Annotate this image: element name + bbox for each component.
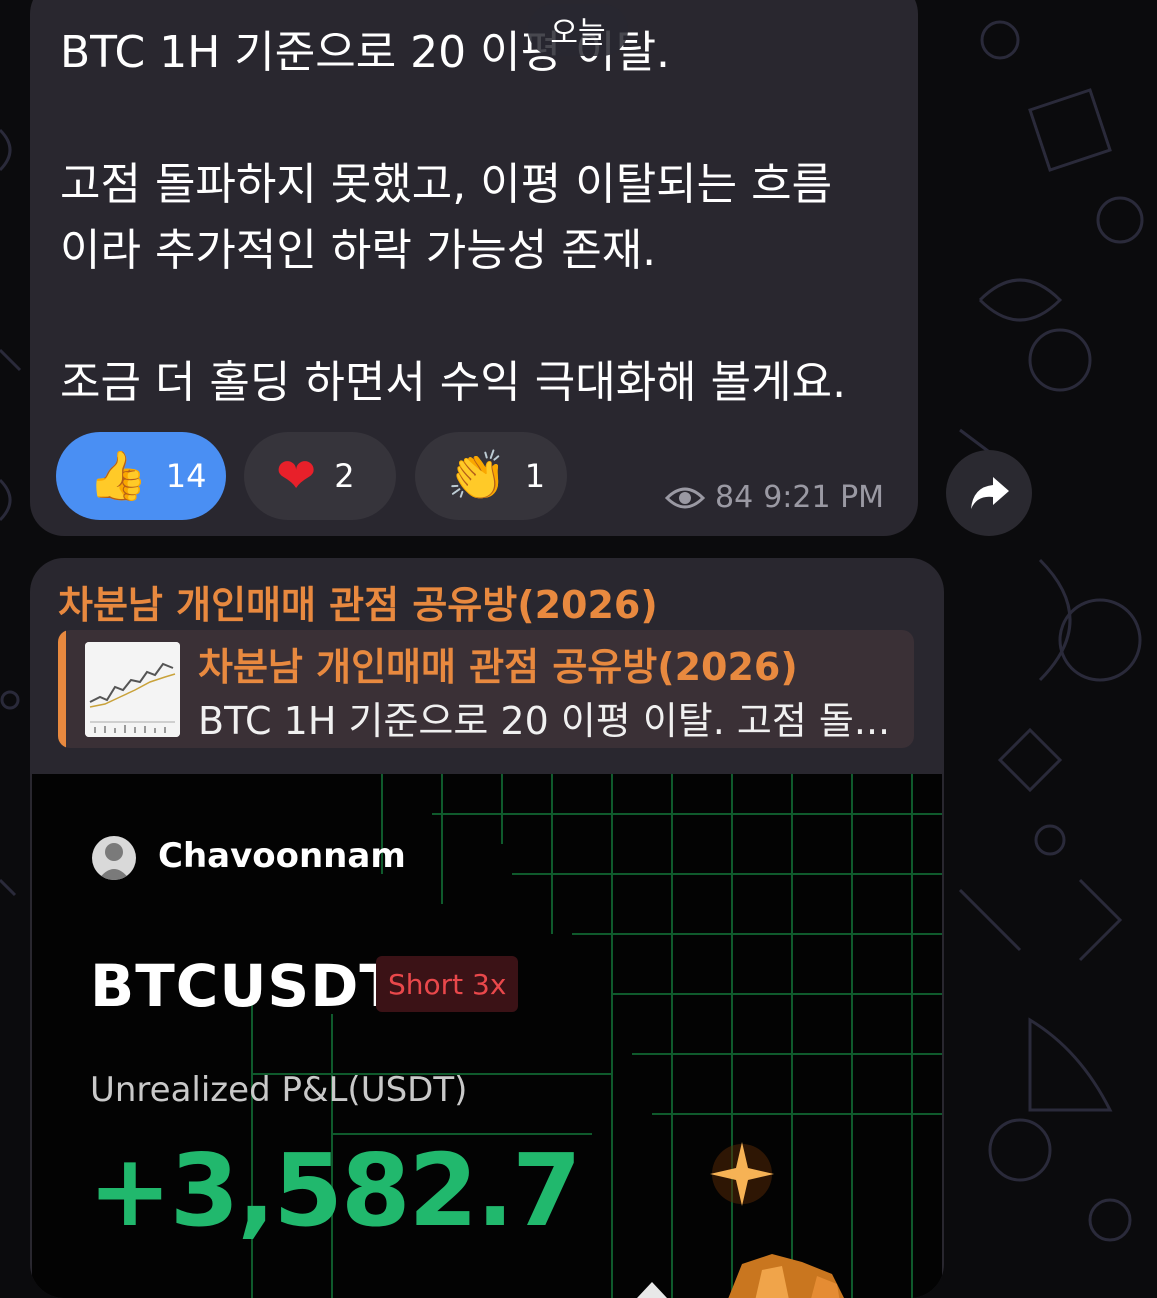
sparkle-icon: [710, 1142, 774, 1206]
pnl-value: +3,582.7: [88, 1132, 582, 1249]
avatar: [92, 836, 136, 880]
view-count: 84: [715, 480, 754, 515]
quote-accent-bar: [58, 630, 66, 748]
reaction-count: 2: [334, 457, 355, 495]
share-button[interactable]: [946, 450, 1032, 536]
gold-decoration-icon: [637, 1254, 844, 1298]
message-bubble-image[interactable]: 차분남 개인매매 관점 공유방(2026) 차분남 개인매매 관점 공유방(20…: [30, 558, 944, 1298]
chart-thumbnail: [85, 642, 180, 737]
reaction-clap[interactable]: 👏 1: [415, 432, 567, 520]
reaction-count: 14: [165, 457, 207, 495]
eye-icon: [665, 487, 705, 508]
position-side-badge: Short 3x: [376, 956, 519, 1012]
thumbs-up-icon: 👍: [88, 448, 148, 504]
pnl-label: Unrealized P&L(USDT): [90, 1070, 468, 1110]
quote-text: BTC 1H 기준으로 20 이평 이탈. 고점 돌...: [198, 699, 891, 743]
date-separator: 오늘: [528, 4, 628, 56]
clapping-hands-icon: 👏: [447, 448, 507, 504]
sender-name[interactable]: 차분남 개인매매 관점 공유방(2026): [58, 574, 658, 629]
trading-symbol: BTCUSDT: [90, 952, 400, 1020]
reaction-count: 1: [524, 457, 546, 495]
reply-quote[interactable]: 차분남 개인매매 관점 공유방(2026) BTC 1H 기준으로 20 이평 …: [58, 630, 914, 748]
message-meta: 84 9:21 PM: [665, 480, 884, 515]
pnl-card-image[interactable]: Chavoonnam BTCUSDT Short 3x Unrealized P…: [32, 774, 942, 1298]
heart-icon: ❤: [276, 448, 317, 504]
reaction-heart[interactable]: ❤ 2: [244, 432, 396, 520]
quote-title: 차분남 개인매매 관점 공유방(2026): [198, 645, 798, 689]
share-arrow-icon: [971, 477, 1009, 509]
message-time: 9:21 PM: [763, 480, 885, 515]
reaction-thumbs-up[interactable]: 👍 14: [56, 432, 226, 520]
username: Chavoonnam: [158, 836, 406, 876]
message-text: BTC 1H 기준으로 20 이평 이탈. 고점 돌파하지 못했고, 이평 이탈…: [60, 27, 847, 408]
